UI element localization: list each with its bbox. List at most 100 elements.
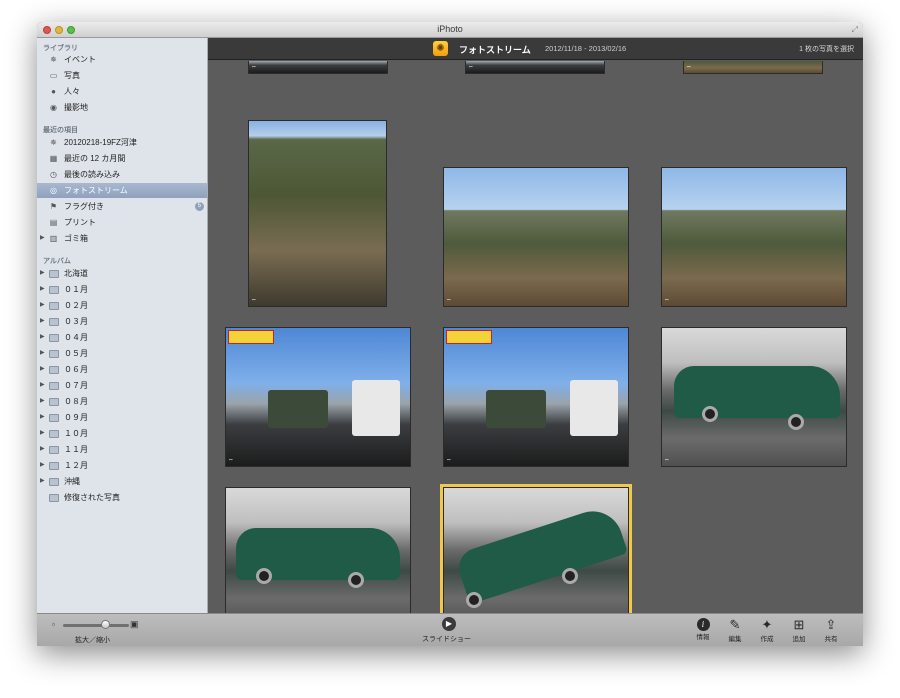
sign-shape [446, 330, 492, 344]
photo-thumbnail[interactable]: ⌔ [443, 327, 629, 467]
zoom-slider-track[interactable] [63, 624, 129, 627]
disclosure-triangle-icon[interactable]: ▶ [40, 410, 45, 425]
photostream-badge-icon: ⌔ [251, 298, 257, 305]
photo-thumbnail[interactable]: ⌔ [225, 487, 411, 613]
sidebar-item-photostream[interactable]: ◎ フォトストリーム [37, 183, 207, 198]
share-button[interactable]: ⇪ 共有 [817, 616, 845, 646]
sidebar-album[interactable]: ▶ 北海道 [37, 266, 207, 281]
zoom-out-icon[interactable]: ▫ [52, 620, 55, 629]
sidebar-smart-album[interactable]: 修復された写真 [37, 490, 207, 505]
wheel-shape [702, 406, 718, 422]
sidebar-item-print[interactable]: ▤ プリント [37, 215, 207, 230]
photo-thumbnail[interactable]: ⌔ [661, 167, 847, 307]
sidebar-album[interactable]: ▶ ０４月 [37, 330, 207, 345]
disclosure-triangle-icon[interactable]: ▶ [40, 330, 45, 345]
disclosure-triangle-icon[interactable]: ▶ [40, 394, 45, 409]
source-list-sidebar: ライブラリ ✵ イベント ▭ 写真 ● 人々 ◉ 撮影地 最近の項目 ✵ 201… [37, 38, 208, 613]
photo-thumbnail[interactable]: ⌔ [465, 61, 605, 74]
sidebar-album[interactable]: ▶ ０６月 [37, 362, 207, 377]
photo-thumbnail[interactable]: ⌔ [661, 327, 847, 467]
wheel-shape [788, 414, 804, 430]
disclosure-triangle-icon[interactable]: ▶ [40, 474, 45, 489]
sidebar-album[interactable]: ▶ ０３月 [37, 314, 207, 329]
date-range: 2012/11/18 - 2013/02/16 [545, 44, 627, 53]
disclosure-triangle-icon[interactable]: ▶ [40, 442, 45, 457]
sidebar-album[interactable]: ▶ ０７月 [37, 378, 207, 393]
car-shape [674, 366, 840, 418]
sidebar-item-photos[interactable]: ▭ 写真 [37, 68, 207, 83]
sidebar-item-places[interactable]: ◉ 撮影地 [37, 100, 207, 115]
van-shape [570, 380, 618, 436]
photo-thumbnail[interactable]: ⌔ [443, 167, 629, 307]
sidebar-item-last-12-months[interactable]: ▦ 最近の 12 カ月間 [37, 151, 207, 166]
disclosure-triangle-icon[interactable]: ▶ [40, 298, 45, 313]
photostream-badge-icon: ⌔ [686, 65, 692, 72]
zoom-in-icon[interactable]: ▣ [130, 619, 139, 630]
sidebar-item-recent-event[interactable]: ✵ 20120218-19FZ河津 [37, 135, 207, 150]
folder-icon [49, 350, 59, 358]
print-icon: ▤ [49, 218, 58, 227]
sidebar-album[interactable]: ▶ ０９月 [37, 410, 207, 425]
sidebar-item-faces[interactable]: ● 人々 [37, 84, 207, 99]
content-header: ✺ フォトストリーム 2012/11/18 - 2013/02/16 1 枚の写… [208, 38, 863, 60]
folder-icon [49, 366, 59, 374]
slideshow-label[interactable]: スライドショー [422, 634, 471, 644]
photostream-badge-icon: ⌔ [446, 298, 452, 305]
photostream-badge-icon: ⌔ [664, 298, 670, 305]
faces-icon: ● [51, 87, 56, 96]
add-to-button[interactable]: ⊞ 追加 [785, 616, 813, 646]
disclosure-triangle-icon[interactable]: ▶ [40, 458, 45, 473]
sidebar-album[interactable]: ▶ ０２月 [37, 298, 207, 313]
folder-icon [49, 334, 59, 342]
slideshow-play-button[interactable]: ▶ [442, 617, 456, 631]
photo-thumbnail[interactable]: ⌔ [248, 120, 387, 307]
sidebar-album[interactable]: ▶ ０５月 [37, 346, 207, 361]
photo-grid[interactable]: ⌔ ⌔ ⌔ ⌔ ⌔ ⌔ ⌔ ⌔ ⌔ [208, 61, 863, 613]
disclosure-triangle-icon[interactable]: ▶ [40, 314, 45, 329]
last-import-icon: ◷ [50, 170, 57, 179]
folder-icon [49, 302, 59, 310]
info-button[interactable]: i 情報 [689, 616, 717, 646]
disclosure-triangle-icon[interactable]: ▶ [40, 346, 45, 361]
sidebar-item-flagged[interactable]: ⚑ フラグ付き 5 [37, 199, 207, 214]
photostream-badge-icon: ⌔ [664, 458, 670, 465]
disclosure-triangle-icon[interactable]: ▶ [40, 266, 45, 281]
fullscreen-icon[interactable]: ⤢ [852, 25, 858, 35]
sidebar-album[interactable]: ▶ ０１月 [37, 282, 207, 297]
sidebar-item-events[interactable]: ✵ イベント [37, 52, 207, 67]
folder-icon [49, 430, 59, 438]
sign-shape [228, 330, 274, 344]
photo-thumbnail-selected[interactable]: ⌔ [440, 484, 632, 613]
photo-thumbnail[interactable]: ⌔ [225, 327, 411, 467]
edit-button[interactable]: ✎ 編集 [721, 616, 749, 646]
photostream-badge-icon: ⌔ [251, 65, 257, 72]
iphoto-window: iPhoto ⤢ ライブラリ ✵ イベント ▭ 写真 ● 人々 ◉ 撮影地 最近… [37, 22, 863, 646]
disclosure-triangle-icon[interactable]: ▶ [40, 378, 45, 393]
zoom-slider-knob[interactable] [101, 620, 111, 629]
sidebar-album[interactable]: ▶ １１月 [37, 442, 207, 457]
bottom-toolbar: ▫ ▣ 拡大／縮小 ▶ スライドショー i 情報 ✎ 編集 ✦ 作成 ⊞ 追加 … [37, 613, 863, 646]
wheel-shape [466, 592, 482, 608]
sidebar-album[interactable]: ▶ １２月 [37, 458, 207, 473]
sidebar-album[interactable]: ▶ １０月 [37, 426, 207, 441]
selection-status: 1 枚の写真を選択 [799, 46, 854, 53]
photo-thumbnail[interactable]: ⌔ [248, 61, 388, 74]
photo-thumbnail[interactable]: ⌔ [683, 61, 823, 74]
create-button[interactable]: ✦ 作成 [753, 616, 781, 646]
calendar-icon: ▦ [49, 154, 58, 163]
disclosure-triangle-icon[interactable]: ▶ [40, 362, 45, 377]
albums-header: アルバム [43, 258, 71, 265]
disclosure-triangle-icon[interactable]: ▶ [40, 282, 45, 297]
photostream-badge-icon: ⌔ [228, 458, 234, 465]
places-icon: ◉ [50, 103, 57, 112]
sidebar-item-trash[interactable]: ▶ ▥ ゴミ箱 [37, 231, 207, 246]
sidebar-item-last-import[interactable]: ◷ 最後の読み込み [37, 167, 207, 182]
van-shape [352, 380, 400, 436]
trash-icon: ▥ [49, 234, 58, 243]
sidebar-album[interactable]: ▶ ０８月 [37, 394, 207, 409]
sidebar-album[interactable]: ▶ 沖縄 [37, 474, 207, 489]
folder-icon [49, 478, 59, 486]
title-bar: iPhoto ⤢ [37, 22, 863, 38]
disclosure-triangle-icon[interactable]: ▶ [40, 426, 45, 441]
disclosure-triangle-icon[interactable]: ▶ [40, 231, 45, 246]
